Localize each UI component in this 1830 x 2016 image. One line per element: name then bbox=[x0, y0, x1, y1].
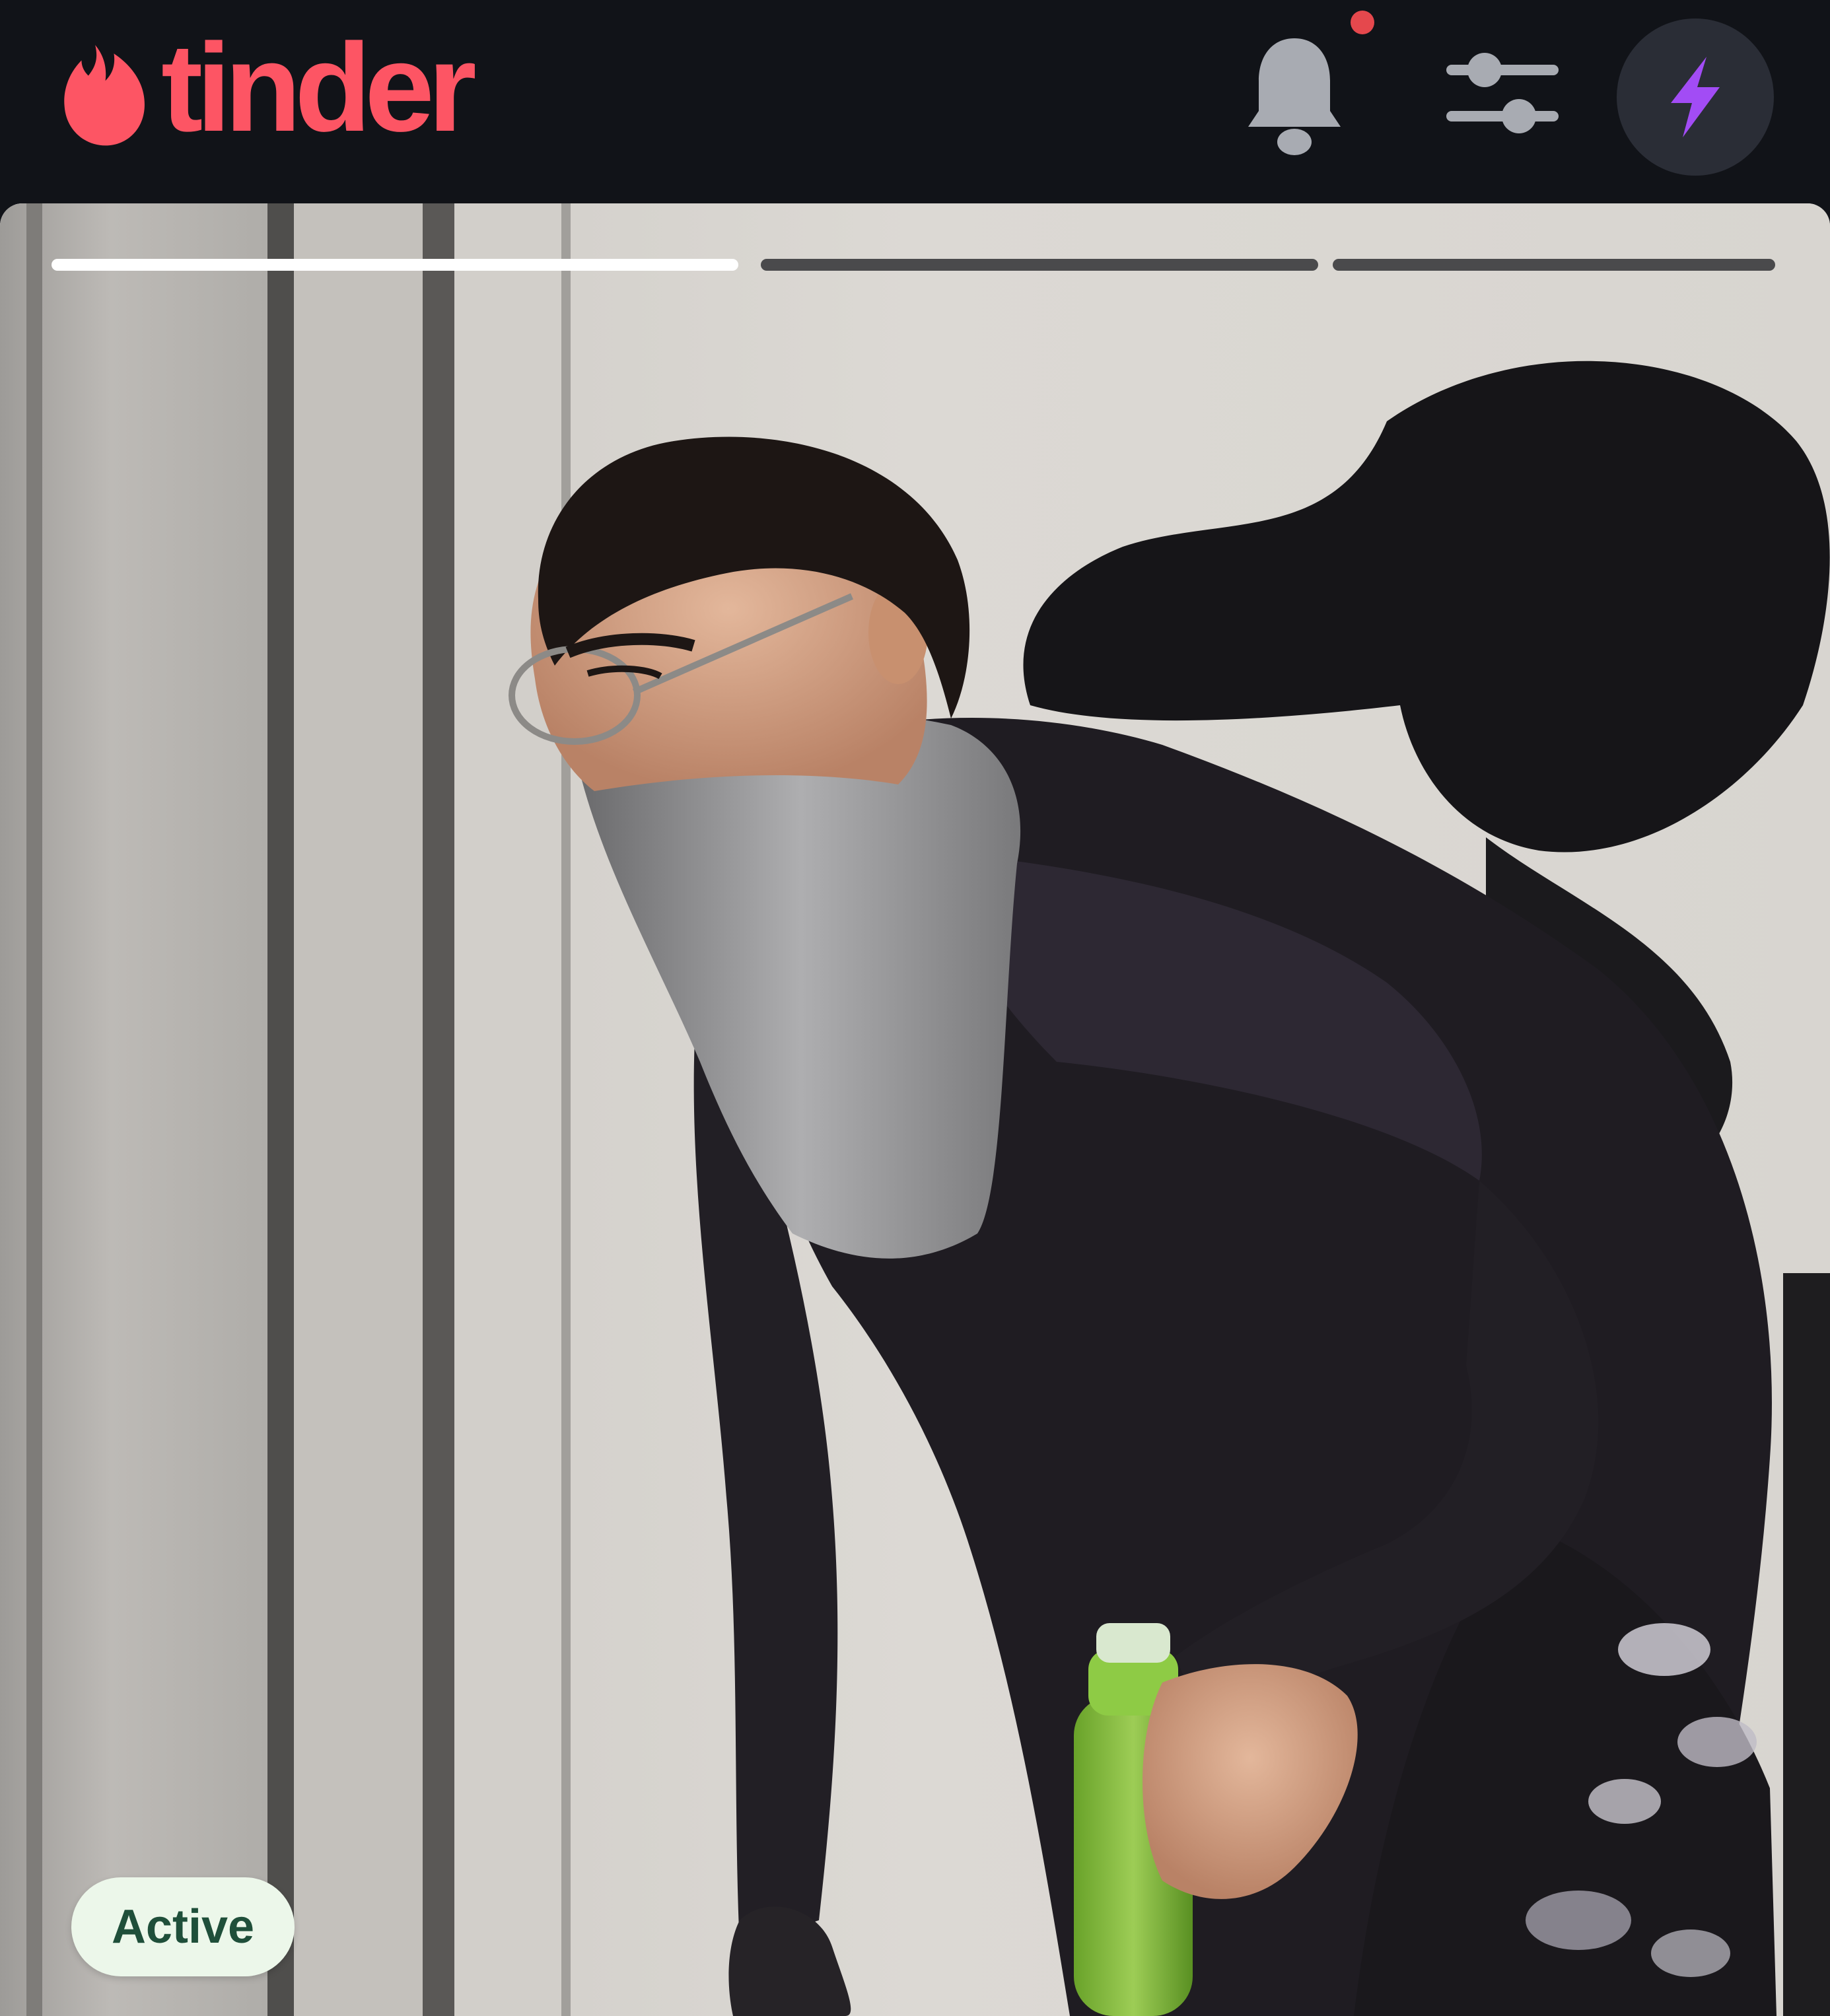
filter-button[interactable] bbox=[1440, 46, 1565, 145]
brand-name: tinder bbox=[161, 18, 477, 158]
photo-progress-bar-3[interactable] bbox=[1333, 259, 1775, 271]
status-badge: Active bbox=[71, 1877, 295, 1976]
sliders-icon bbox=[1446, 53, 1559, 133]
profile-photo bbox=[0, 203, 1830, 2016]
photo-progress-bar-1[interactable] bbox=[52, 259, 738, 271]
boost-button[interactable] bbox=[1617, 18, 1774, 176]
lightning-bolt-icon bbox=[1671, 57, 1720, 137]
tinder-screen: tinder Active bbox=[0, 0, 1830, 2016]
top-bar: tinder bbox=[0, 0, 1830, 201]
status-badge-label: Active bbox=[111, 1900, 255, 1953]
unread-notification-dot bbox=[1351, 11, 1374, 34]
bell-icon bbox=[1248, 38, 1341, 155]
photo-progress-bar-2[interactable] bbox=[761, 259, 1318, 271]
notifications-button[interactable] bbox=[1242, 33, 1347, 158]
flame-icon bbox=[64, 45, 145, 146]
profile-card[interactable]: Active bbox=[0, 203, 1830, 2016]
tinder-logo[interactable]: tinder bbox=[61, 25, 477, 151]
